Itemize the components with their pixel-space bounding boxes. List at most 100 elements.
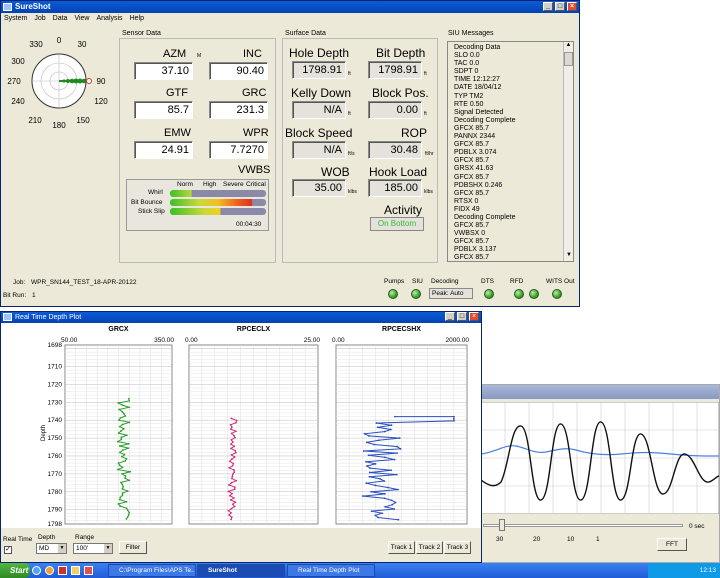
- track-min: 0.00: [332, 337, 345, 344]
- track-point: [233, 471, 236, 473]
- track-min: 50.00: [61, 337, 78, 344]
- track-point: [377, 439, 380, 442]
- siu-messages-list[interactable]: Decoding Data SLO 0.0 TAC 0.0 SDPT 0 TIME 12…: [447, 41, 574, 262]
- track-point: [121, 404, 124, 407]
- track-point: [128, 479, 130, 482]
- chevron-down-icon[interactable]: ▼: [58, 544, 66, 553]
- waveform-slider-track[interactable]: [483, 524, 683, 527]
- waveform-slider-thumb[interactable]: [499, 519, 505, 531]
- track-point: [368, 471, 371, 474]
- vwbs-row-label: Whirl: [148, 189, 163, 196]
- maximize-button[interactable]: □: [457, 312, 467, 321]
- siu-message-line: PDBSHX 0.246: [454, 181, 503, 189]
- depth-tick-label: 1798: [48, 521, 63, 528]
- rfd-led-1: [514, 289, 524, 299]
- siu-message-line: GFCX 85.7: [454, 157, 490, 165]
- refresh-icon[interactable]: [45, 566, 54, 575]
- scroll-up-arrow-icon[interactable]: ▲: [564, 42, 573, 51]
- menu-data[interactable]: Data: [53, 13, 68, 24]
- menu-system[interactable]: System: [4, 13, 27, 24]
- wits-out-label: WITS Out: [546, 278, 575, 285]
- track-point: [230, 443, 232, 446]
- track-point: [227, 509, 230, 512]
- siu-scrollbar[interactable]: ▲ ▼: [563, 42, 573, 261]
- track-point: [117, 503, 120, 505]
- track-point: [235, 430, 237, 433]
- realtime-checkbox[interactable]: ✓: [4, 546, 12, 554]
- track3-button[interactable]: Track 3: [444, 541, 471, 554]
- gtf-label: GTF: [166, 87, 188, 99]
- compass-label-270: 270: [7, 77, 21, 86]
- range-select[interactable]: 100' ▼: [73, 543, 113, 554]
- close-button[interactable]: ×: [469, 312, 479, 321]
- menu-analysis[interactable]: Analysis: [96, 13, 122, 24]
- track-point: [118, 464, 121, 467]
- waveform-tick: 30: [496, 536, 504, 543]
- folder-icon[interactable]: [71, 566, 80, 575]
- compass-label-90: 90: [97, 77, 106, 86]
- task-sureshot[interactable]: SureShot: [197, 564, 285, 577]
- track-point: [384, 505, 387, 508]
- track-point: [121, 423, 124, 426]
- siu-message-line: GFCX 85.7: [454, 141, 490, 149]
- sureshot-titlebar[interactable]: SureShot _ □ ×: [1, 1, 579, 13]
- clock[interactable]: 12:13: [700, 567, 716, 574]
- block-speed-unit: ft/s: [348, 151, 355, 157]
- track-point: [230, 481, 233, 484]
- emw-label: EMW: [164, 127, 191, 139]
- track-point: [391, 503, 394, 506]
- track-point: [384, 493, 386, 495]
- track-point: [379, 477, 382, 480]
- siu-message-line: SDPT 0: [454, 68, 479, 76]
- menu-view[interactable]: View: [74, 13, 89, 24]
- close-button[interactable]: ×: [567, 2, 577, 11]
- chevron-down-icon[interactable]: ▼: [104, 544, 112, 553]
- track-point: [386, 486, 389, 489]
- track-point: [121, 483, 124, 486]
- job-value: WPR_SN144_TEST_18-APR-20122: [31, 279, 137, 286]
- task-depth-plot[interactable]: Real Time Depth Plot: [287, 564, 375, 577]
- filter-button[interactable]: Filter: [119, 541, 147, 554]
- app-icon[interactable]: [84, 566, 93, 575]
- waveform-sec-label: 0 sec: [689, 523, 705, 530]
- track-point: [374, 484, 377, 487]
- track-point: [453, 419, 455, 422]
- minimize-button[interactable]: _: [445, 312, 455, 321]
- job-label: Job:: [13, 279, 26, 286]
- siu-message-line: GFCX 85.7: [454, 189, 490, 197]
- antivirus-icon[interactable]: [58, 566, 67, 575]
- scroll-down-arrow-icon[interactable]: ▼: [564, 252, 574, 261]
- vwbs-time: 00:04:30: [236, 221, 262, 228]
- siu-message-line: TYP TM2: [454, 92, 484, 100]
- kelly-unit: ft: [348, 111, 351, 117]
- block-pos-unit: ft: [424, 111, 427, 117]
- track-min: 0.00: [185, 337, 198, 344]
- track-point: [118, 445, 121, 447]
- waveform-titlebar[interactable]: [479, 385, 719, 399]
- browser-icon[interactable]: [32, 566, 41, 575]
- menu-job[interactable]: Job: [34, 13, 45, 24]
- track-point: [230, 516, 233, 519]
- track1-button[interactable]: Track 1: [388, 541, 415, 554]
- depth-plot-titlebar[interactable]: Real Time Depth Plot _ □ ×: [1, 312, 481, 323]
- menu-help[interactable]: Help: [130, 13, 144, 24]
- track-point: [124, 414, 127, 417]
- compass-label-240: 240: [11, 97, 25, 106]
- hole-depth-unit: ft: [348, 71, 351, 77]
- siu-led: [411, 289, 421, 299]
- track-point: [453, 417, 455, 420]
- scroll-thumb[interactable]: [564, 52, 573, 66]
- track-point: [231, 464, 234, 467]
- track2-button[interactable]: Track 2: [416, 541, 443, 554]
- depth-select[interactable]: MD ▼: [36, 543, 67, 554]
- start-button[interactable]: Start: [0, 563, 30, 578]
- maximize-button[interactable]: □: [555, 2, 565, 11]
- minimize-button[interactable]: _: [543, 2, 553, 11]
- siu-message-line: GFCX 85.7: [454, 124, 490, 132]
- bit-run-label: Bit Run:: [3, 292, 27, 299]
- grc-value: 231.3: [209, 101, 268, 119]
- decoding-label: Decoding: [431, 278, 459, 285]
- task-explorer[interactable]: C:\Program Files\APS Te...: [108, 564, 196, 577]
- fft-button[interactable]: FFT: [657, 538, 687, 551]
- track-point: [234, 501, 237, 504]
